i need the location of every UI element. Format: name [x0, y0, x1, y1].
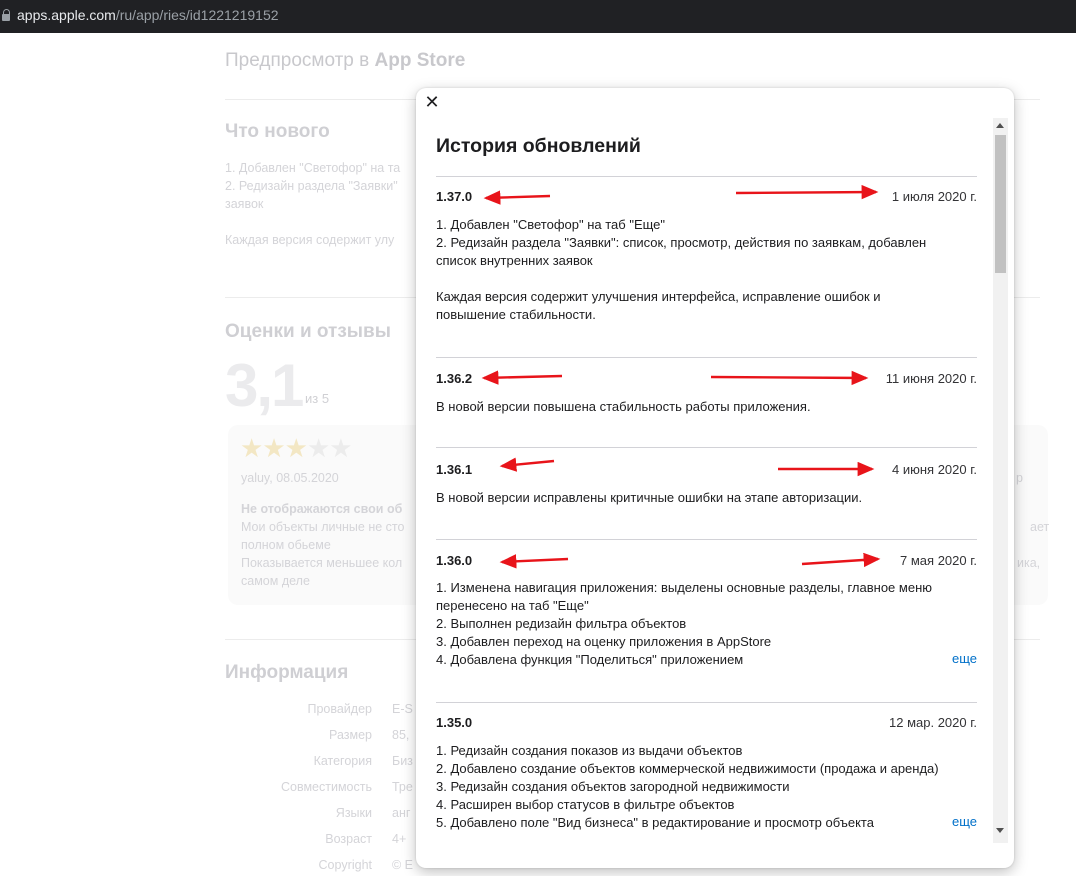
release-notes: 1. Редизайн создания показов из выдачи о… — [436, 742, 977, 832]
info-title: Информация — [225, 662, 349, 683]
scrollbar-thumb[interactable] — [995, 135, 1006, 273]
release-note-line: 2. Редизайн раздела "Заявки": список, пр… — [436, 235, 927, 250]
release-note-line: повышение стабильности. — [436, 307, 596, 322]
version-entry: 1.36.1 4 июня 2020 г. В новой версии исп… — [436, 462, 977, 512]
info-label: Совместимость — [280, 780, 372, 794]
review-line: Мои объекты личные не сто — [241, 520, 405, 534]
scroll-up-icon[interactable] — [996, 123, 1004, 128]
release-note-line: В новой версии повышена стабильность раб… — [436, 399, 811, 414]
info-label: Copyright — [318, 858, 373, 872]
more-link[interactable]: еще — [952, 651, 977, 666]
rating-out-of: из 5 — [305, 391, 330, 406]
release-note-line: 1. Редизайн создания показов из выдачи о… — [436, 743, 743, 758]
star-rating: ★★★★★ — [240, 433, 353, 464]
whats-new-title: Что нового — [225, 121, 330, 142]
review-line: полном обьеме — [241, 538, 331, 552]
version-entry: 1.37.0 1 июля 2020 г. 1. Добавлен "Свето… — [436, 189, 977, 329]
review-author: yaluy, 08.05.2020 — [241, 471, 339, 485]
review-text-right: ика, — [1017, 556, 1041, 570]
release-note-line: 1. Добавлен "Светофор" на таб "Еще" — [436, 217, 666, 232]
release-note-line: 2. Добавлено создание объектов коммерчес… — [436, 761, 939, 776]
info-value: Тре — [392, 780, 413, 794]
modal-title: История обновлений — [436, 135, 641, 157]
version-number: 1.36.2 — [436, 371, 473, 386]
review-text-right: ает — [1030, 520, 1050, 534]
review-title: Не отображаются свои об — [241, 502, 403, 516]
version-entry: 1.36.2 11 июня 2020 г. В новой версии по… — [436, 371, 977, 421]
info-value: E-S — [392, 702, 413, 716]
info-label: Категория — [313, 754, 372, 768]
whats-new-line: 2. Редизайн раздела "Заявки" — [225, 179, 398, 193]
info-value: Биз — [392, 754, 413, 768]
divider — [436, 176, 977, 177]
review-text-right: р — [1016, 471, 1023, 485]
info-value: 85, — [392, 728, 410, 742]
version-number: 1.35.0 — [436, 715, 473, 730]
release-notes: 1. Добавлен "Светофор" на таб "Еще" 2. Р… — [436, 216, 977, 324]
version-number: 1.36.0 — [436, 553, 473, 568]
release-note-line: 3. Добавлен переход на оценку приложения… — [436, 634, 772, 649]
scroll-down-icon[interactable] — [996, 828, 1004, 833]
url-text[interactable]: apps.apple.com/ru/app/ries/id1221219152 — [17, 7, 279, 23]
version-number: 1.36.1 — [436, 462, 473, 477]
release-date: 12 мар. 2020 г. — [889, 715, 977, 730]
star-icon: ★ — [329, 433, 352, 463]
whats-new-line: заявок — [225, 197, 264, 211]
release-note-line: 4. Расширен выбор статусов в фильтре объ… — [436, 797, 735, 812]
release-date: 4 июня 2020 г. — [892, 462, 977, 477]
info-value: 4+ — [392, 832, 407, 846]
info-label: Возраст — [325, 832, 372, 846]
more-link[interactable]: еще — [952, 814, 977, 829]
star-icon: ★ — [306, 433, 330, 463]
star-icon: ★ — [284, 433, 308, 463]
lock-icon — [2, 9, 10, 21]
whats-new-line: Каждая версия содержит улу — [225, 233, 395, 247]
release-date: 1 июля 2020 г. — [891, 189, 977, 204]
release-note-line: 4. Добавлена функция "Поделиться" прилож… — [436, 652, 744, 667]
release-note-line: 5. Добавлено поле "Вид бизнеса" в редакт… — [436, 815, 874, 830]
release-note-line: В новой версии исправлены критичные ошиб… — [436, 490, 863, 505]
release-notes: В новой версии исправлены критичные ошиб… — [436, 489, 977, 507]
release-notes: 1. Изменена навигация приложения: выделе… — [436, 579, 977, 669]
release-note-line: Каждая версия содержит улучшения интерфе… — [436, 289, 881, 304]
release-note-line: 3. Редизайн создания объектов загородной… — [436, 779, 790, 794]
release-notes: В новой версии повышена стабильность раб… — [436, 398, 977, 416]
release-date: 7 мая 2020 г. — [900, 553, 977, 568]
review-line: самом деле — [241, 574, 310, 588]
info-label: Провайдер — [307, 702, 372, 716]
divider — [436, 539, 977, 540]
close-icon[interactable]: ✕ — [424, 93, 440, 111]
version-entry: 1.35.0 12 мар. 2020 г. 1. Редизайн созда… — [436, 715, 977, 835]
version-history-modal: ✕ История обновлений 1.37.0 1 июля 2020 … — [416, 88, 1014, 868]
info-value: © E — [392, 858, 414, 872]
divider — [436, 357, 977, 358]
release-note-line: 1. Изменена навигация приложения: выделе… — [436, 580, 932, 595]
ratings-title: Оценки и отзывы — [225, 321, 391, 342]
browser-address-bar[interactable]: apps.apple.com/ru/app/ries/id1221219152 — [0, 0, 1076, 33]
whats-new-line: 1. Добавлен "Светофор" на та — [225, 161, 401, 175]
version-number: 1.37.0 — [436, 189, 473, 204]
info-value: анг — [392, 806, 411, 820]
divider — [436, 447, 977, 448]
rating-value: 3,1 — [225, 352, 304, 419]
release-date: 11 июня 2020 г. — [885, 371, 977, 386]
star-icon: ★ — [262, 433, 285, 463]
divider — [436, 702, 977, 703]
info-label: Размер — [329, 728, 372, 742]
review-line: Показывается меньшее кол — [241, 556, 403, 570]
release-note-line: перенесено на таб "Еще" — [436, 598, 589, 613]
version-entry: 1.36.0 7 мая 2020 г. 1. Изменена навигац… — [436, 553, 977, 673]
release-note-line — [436, 270, 977, 288]
star-icon: ★ — [240, 433, 263, 463]
release-note-line: 2. Выполнен редизайн фильтра объектов — [436, 616, 687, 631]
preview-title: Предпросмотр в App Store — [225, 50, 466, 71]
release-note-line: список внутренних заявок — [436, 253, 593, 268]
info-label: Языки — [335, 806, 372, 820]
